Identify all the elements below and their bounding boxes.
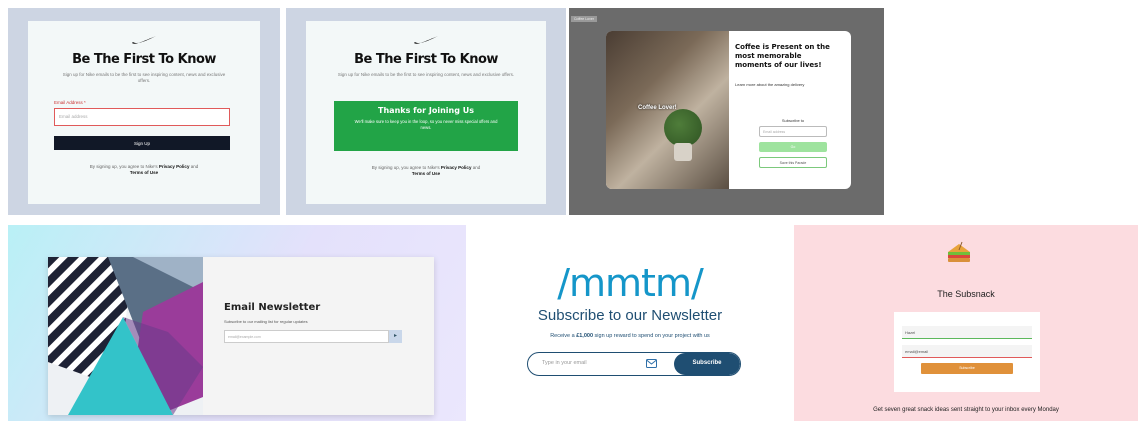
subsnack-subscribe-button[interactable]: Subscribe	[921, 363, 1013, 374]
coffee-go-button[interactable]: Go	[759, 142, 827, 152]
subtitle-amount: £1,000	[576, 333, 594, 339]
mmtm-subscribe-button[interactable]: Subscribe	[674, 353, 740, 375]
signup-title: Be The First To Know	[72, 52, 216, 67]
geometric-art	[48, 257, 203, 415]
legal-and: and	[472, 165, 481, 170]
success-body: We'll make sure to keep you in the loop,…	[354, 119, 498, 130]
nike-success-card: Be The First To Know Sign up for Nike em…	[306, 21, 546, 204]
mmtm-subtitle: Receive a £1,000 sign up reward to spend…	[466, 333, 794, 339]
name-input[interactable]: Hazel	[902, 326, 1032, 339]
image-caption: Coffee Lover!	[638, 105, 677, 111]
coffee-popup-panel: Coffee Lover Coffee Lover! Coffee is Pre…	[569, 8, 884, 215]
legal-note: By signing up, you agree to Nike's Priva…	[68, 164, 220, 176]
plant-leaves	[664, 109, 702, 147]
subsnack-panel: The Subsnack Hazel email@email Subscribe…	[794, 225, 1138, 421]
success-panel-title: Be The First To Know	[354, 52, 498, 67]
coffee-popup-card: Coffee Lover! Coffee is Present on the m…	[606, 31, 851, 189]
email-label: Email Address *	[54, 100, 86, 105]
mmtm-newsletter-panel: /mmtm/ Subscribe to our Newsletter Recei…	[466, 225, 794, 421]
legal-prefix: By signing up, you agree to Nike's	[89, 164, 158, 169]
nike-success-panel: Be The First To Know Sign up for Nike em…	[286, 8, 566, 215]
nike-swoosh-icon	[414, 36, 438, 44]
newsletter-email-input[interactable]: email@example.com	[224, 330, 389, 343]
subtitle-prefix: Receive a	[550, 333, 575, 339]
subsnack-title: The Subsnack	[937, 289, 995, 299]
mmtm-email-input[interactable]: Type in your email	[542, 360, 587, 366]
coffee-photo: Coffee Lover!	[606, 31, 729, 189]
privacy-policy-link[interactable]: Privacy Policy	[159, 164, 190, 169]
terms-of-use-link[interactable]: Terms of Use	[412, 171, 440, 176]
nike-swoosh-icon	[132, 36, 156, 44]
arrow-right-icon[interactable]: ▸	[389, 330, 402, 343]
sandwich-icon	[948, 241, 970, 262]
newsletter-subtitle: Subscribe to our mailing list for regula…	[224, 319, 308, 324]
email-input[interactable]: Email address	[54, 108, 230, 126]
success-panel-subtitle: Sign up for Nike emails to be the first …	[337, 72, 515, 77]
nike-signup-card: Be The First To Know Sign up for Nike em…	[28, 21, 260, 204]
success-message-box: Thanks for Joining Us We'll make sure to…	[334, 101, 518, 151]
email-newsletter-card: Email Newsletter Subscribe to our mailin…	[48, 257, 434, 415]
subtitle-suffix: sign up reward to spend on your project …	[594, 333, 710, 339]
coffee-description: Learn more about the amazing delivery	[735, 82, 805, 87]
legal-prefix: By signing up, you agree to Nike's	[371, 165, 440, 170]
coffee-secondary-button[interactable]: Save this Parade	[759, 157, 827, 168]
subsnack-footer: Get seven great snack ideas sent straigh…	[873, 407, 1059, 413]
sign-up-button[interactable]: Sign Up	[54, 136, 230, 150]
popup-tab[interactable]: Coffee Lover	[571, 16, 597, 22]
mmtm-title: Subscribe to our Newsletter	[537, 307, 723, 324]
newsletter-title: Email Newsletter	[224, 302, 321, 313]
subsnack-form-card: Hazel email@email Subscribe	[894, 312, 1040, 392]
signup-subtitle: Sign up for Nike emails to be the first …	[62, 72, 226, 83]
privacy-policy-link[interactable]: Privacy Policy	[441, 165, 472, 170]
subscribe-label: Subscribe to	[781, 118, 805, 123]
terms-of-use-link[interactable]: Terms of Use	[130, 170, 158, 175]
legal-and: and	[190, 164, 199, 169]
mmtm-logo: /mmtm/	[557, 261, 704, 305]
plant-pot	[674, 143, 692, 161]
coffee-email-input[interactable]: Email address	[759, 126, 827, 137]
legal-note: By signing up, you agree to Nike's Priva…	[350, 165, 502, 177]
success-title: Thanks for Joining Us	[378, 106, 474, 115]
email-newsletter-panel: Email Newsletter Subscribe to our mailin…	[8, 225, 466, 421]
nike-signup-panel: Be The First To Know Sign up for Nike em…	[8, 8, 280, 215]
email-input[interactable]: email@email	[902, 345, 1032, 358]
coffee-title: Coffee is Present on the most memorable …	[735, 43, 830, 69]
mmtm-subscribe-form: Type in your email Subscribe	[527, 352, 741, 376]
email-icon	[646, 359, 657, 368]
